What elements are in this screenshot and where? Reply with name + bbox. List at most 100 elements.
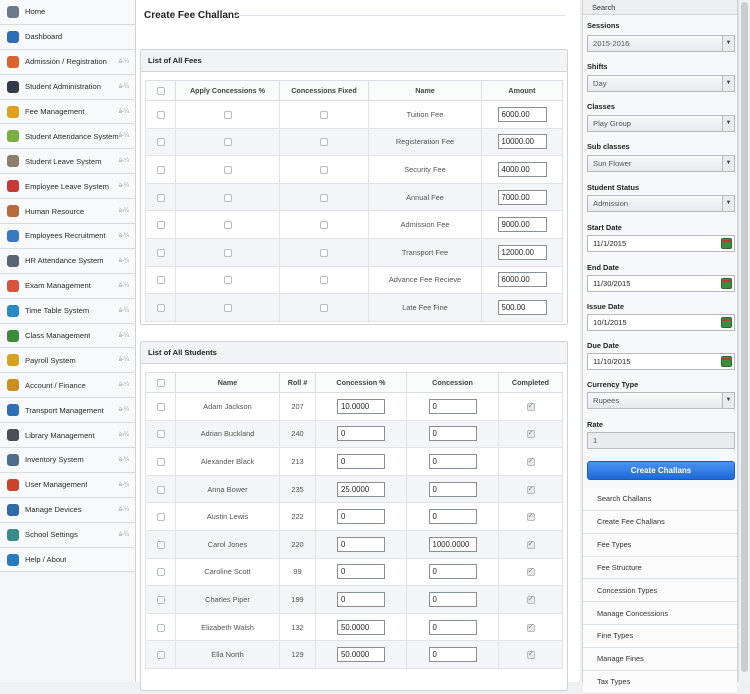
sidebar-item-transport-management[interactable]: Transport Management à-¼ — [0, 398, 135, 424]
student-select-checkbox[interactable] — [156, 430, 165, 439]
completed-checkbox[interactable] — [526, 456, 535, 466]
start-date-input[interactable]: 11/1/2015 — [587, 235, 735, 252]
scrollbar-thumb[interactable] — [741, 2, 748, 672]
link-fee-types[interactable]: Fee Types — [583, 533, 737, 557]
sessions-select[interactable]: 2015-2016 ▼ — [587, 35, 735, 52]
sidebar-item-dashboard[interactable]: Dashboard — [0, 24, 135, 50]
concession-pct-input[interactable]: 0 — [337, 591, 385, 607]
classes-select[interactable]: Play Group ▼ — [587, 115, 735, 132]
sidebar-item-exam-management[interactable]: Exam Management à-¼ — [0, 273, 135, 299]
sidebar-item-payroll-system[interactable]: Payroll System à-¼ — [0, 348, 135, 374]
sidebar-item-manage-devices[interactable]: Manage Devices à-¼ — [0, 497, 135, 523]
fee-amount-input[interactable]: 9000.00 — [497, 217, 547, 233]
due-date-input[interactable]: 11/10/2015 — [587, 353, 735, 370]
fee-amount-input[interactable]: 6000.00 — [497, 106, 547, 122]
end-date-input[interactable]: 11/30/2015 — [587, 275, 735, 292]
sidebar-item-inventory-system[interactable]: Inventory System à-¼ — [0, 448, 135, 473]
completed-checkbox[interactable] — [526, 622, 535, 632]
apply-concession-checkbox[interactable] — [223, 166, 232, 174]
link-search-challans[interactable]: Search Challans — [583, 488, 737, 511]
concession-fixed-checkbox[interactable] — [320, 138, 328, 147]
fee-select-checkbox[interactable] — [156, 138, 165, 147]
concession-input[interactable]: 0 — [428, 619, 477, 635]
apply-concession-checkbox[interactable] — [223, 110, 232, 119]
concession-input[interactable]: 0 — [428, 591, 477, 607]
apply-concession-checkbox[interactable] — [223, 138, 232, 147]
student-select-checkbox[interactable] — [156, 485, 165, 494]
link-manage-concessions[interactable]: Manage Concessions — [583, 602, 737, 626]
concession-pct-input[interactable]: 50.0000 — [337, 647, 385, 663]
concession-pct-input[interactable]: 0 — [337, 536, 385, 552]
concession-input[interactable]: 0 — [428, 481, 477, 497]
fee-amount-input[interactable]: 500.00 — [497, 299, 547, 315]
sidebar-item-school-settings[interactable]: School Settings à-¼ — [0, 522, 135, 548]
completed-checkbox[interactable] — [526, 484, 535, 494]
concession-input[interactable]: 0 — [428, 564, 477, 580]
concession-fixed-checkbox[interactable] — [320, 110, 328, 119]
concession-pct-input[interactable]: 0 — [337, 564, 385, 580]
fee-select-checkbox[interactable] — [156, 221, 165, 230]
completed-checkbox[interactable] — [526, 649, 535, 660]
link-tax-types[interactable]: Tax Types — [583, 671, 737, 694]
fee-amount-input[interactable]: 4000.00 — [497, 161, 547, 177]
concession-pct-input[interactable]: 50.0000 — [337, 619, 385, 635]
calendar-icon[interactable] — [721, 238, 732, 249]
student-select-checkbox[interactable] — [156, 623, 165, 632]
concession-pct-input[interactable]: 10.0000 — [337, 398, 385, 414]
student-select-checkbox[interactable] — [156, 568, 165, 577]
sidebar-item-human-resource[interactable]: Human Resource à-¼ — [0, 199, 135, 225]
link-fee-structure[interactable]: Fee Structure — [583, 556, 737, 580]
concession-fixed-checkbox[interactable] — [320, 221, 328, 230]
completed-checkbox[interactable] — [526, 594, 535, 604]
fee-select-checkbox[interactable] — [156, 276, 165, 285]
link-create-fee-challans[interactable]: Create Fee Challans — [583, 510, 737, 534]
issue-date-input[interactable]: 10/1/2015 — [587, 314, 735, 331]
sidebar-item-fee-management[interactable]: Fee Management à-¼ — [0, 99, 135, 125]
currency-type-select[interactable]: Rupees ▼ — [587, 392, 735, 409]
calendar-icon[interactable] — [721, 317, 732, 328]
fees-select-all-checkbox[interactable] — [156, 87, 165, 96]
concession-fixed-checkbox[interactable] — [320, 166, 328, 174]
concession-pct-input[interactable]: 0 — [337, 453, 385, 469]
completed-checkbox[interactable] — [526, 511, 535, 522]
link-fine-types[interactable]: Fine Types — [583, 625, 737, 649]
student-select-checkbox[interactable] — [156, 540, 165, 549]
student-select-checkbox[interactable] — [156, 458, 165, 466]
concession-fixed-checkbox[interactable] — [320, 248, 328, 257]
student-select-checkbox[interactable] — [156, 651, 165, 660]
sub-classes-select[interactable]: Sun Flower ▼ — [587, 155, 735, 172]
student-select-checkbox[interactable] — [156, 402, 165, 411]
concession-input[interactable]: 0 — [428, 398, 477, 414]
fee-select-checkbox[interactable] — [156, 110, 165, 119]
page-scrollbar[interactable] — [738, 0, 750, 682]
sidebar-item-library-management[interactable]: Library Management à-¼ — [0, 423, 135, 449]
rate-input[interactable]: 1 — [587, 432, 735, 449]
concession-input[interactable]: 0 — [428, 647, 477, 663]
completed-checkbox[interactable] — [526, 401, 535, 411]
sidebar-item-time-table-system[interactable]: Time Table System à-¼ — [0, 298, 135, 324]
concession-pct-input[interactable]: 25.0000 — [337, 481, 385, 497]
concession-input[interactable]: 0 — [428, 453, 477, 469]
student-select-checkbox[interactable] — [156, 513, 165, 522]
concession-input[interactable]: 0 — [428, 509, 477, 525]
apply-concession-checkbox[interactable] — [223, 248, 232, 257]
create-challans-button[interactable]: Create Challans — [587, 461, 735, 480]
sidebar-item-employees-recruitment[interactable]: Employees Recruitment à-¼ — [0, 224, 135, 249]
completed-checkbox[interactable] — [526, 428, 535, 439]
link-manage-fines[interactable]: Manage Fines — [583, 648, 737, 672]
sidebar-item-hr-attendance-system[interactable]: HR Attendance System à-¼ — [0, 248, 135, 274]
students-select-all-checkbox[interactable] — [156, 379, 165, 388]
fee-amount-input[interactable]: 10000.00 — [497, 134, 547, 150]
concession-input[interactable]: 1000.0000 — [428, 536, 477, 552]
concession-pct-input[interactable]: 0 — [337, 426, 385, 442]
sidebar-item-admission-registration[interactable]: Admission / Registration à-¼ — [0, 49, 135, 75]
apply-concession-checkbox[interactable] — [223, 303, 232, 312]
calendar-icon[interactable] — [721, 356, 732, 367]
fee-select-checkbox[interactable] — [156, 248, 165, 257]
link-concession-types[interactable]: Concession Types — [583, 579, 737, 603]
sidebar-item-account-finance[interactable]: Account / Finance à-¼ — [0, 373, 135, 399]
sidebar-item-class-management[interactable]: Class Management à-¼ — [0, 323, 135, 349]
shifts-select[interactable]: Day ▼ — [587, 75, 735, 92]
fee-amount-input[interactable]: 12000.00 — [497, 244, 547, 260]
sidebar-item-student-attendance-system[interactable]: Student Attendance System à-¼ — [0, 124, 135, 150]
